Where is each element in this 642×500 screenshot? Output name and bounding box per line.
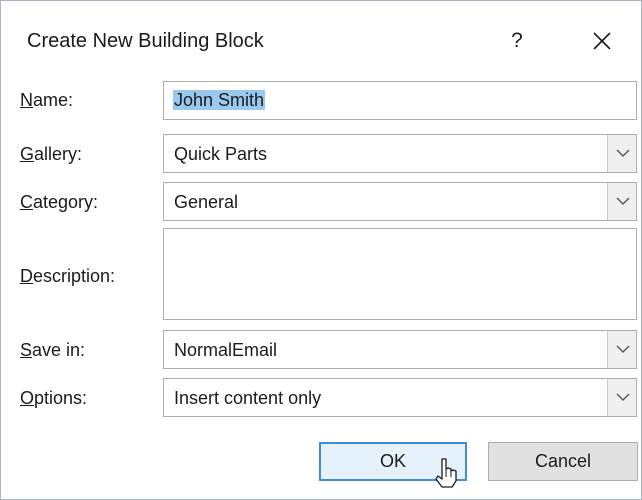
description-label: Description:	[20, 266, 115, 287]
save-in-select[interactable]: NormalEmail	[163, 330, 637, 369]
description-textarea[interactable]	[163, 228, 637, 320]
dialog-title: Create New Building Block	[27, 30, 264, 52]
chevron-down-icon	[616, 197, 630, 205]
category-dropdown-button[interactable]	[607, 182, 637, 221]
description-label-rest: escription:	[33, 266, 116, 286]
name-label-rest: ame:	[33, 90, 74, 110]
gallery-label-accel: G	[20, 144, 35, 164]
gallery-select[interactable]: Quick Parts	[163, 134, 637, 173]
close-button[interactable]	[579, 19, 625, 63]
category-value: General	[174, 192, 239, 212]
save-in-dropdown-button[interactable]	[607, 330, 637, 369]
close-icon	[593, 32, 611, 50]
title-bar: Create New Building Block ?	[1, 1, 641, 87]
category-label: Category:	[20, 192, 98, 213]
name-value: John Smith	[173, 90, 266, 110]
mouse-pointer-icon	[435, 458, 457, 488]
save-in-label-accel: S	[20, 340, 33, 360]
options-value: Insert content only	[174, 388, 322, 408]
gallery-label-rest: allery:	[34, 144, 83, 164]
save-in-value: NormalEmail	[174, 340, 278, 360]
gallery-dropdown-button[interactable]	[607, 134, 637, 173]
name-input[interactable]: John Smith	[163, 81, 637, 120]
gallery-label: Gallery:	[20, 144, 82, 165]
category-label-rest: ategory:	[33, 192, 99, 212]
category-select[interactable]: General	[163, 182, 637, 221]
options-label-rest: ptions:	[34, 388, 88, 408]
help-button[interactable]: ?	[497, 19, 537, 63]
chevron-down-icon	[616, 149, 630, 157]
options-label: Options:	[20, 388, 87, 409]
gallery-value: Quick Parts	[174, 144, 268, 164]
name-label-accel: N	[20, 90, 33, 110]
category-label-accel: C	[20, 192, 33, 212]
name-label: Name:	[20, 90, 73, 111]
chevron-down-icon	[616, 345, 630, 353]
save-in-label-rest: ave in:	[32, 340, 86, 360]
options-select[interactable]: Insert content only	[163, 378, 637, 417]
save-in-label: Save in:	[20, 340, 85, 361]
options-label-accel: O	[20, 388, 35, 408]
description-label-accel: D	[20, 266, 33, 286]
options-dropdown-button[interactable]	[607, 378, 637, 417]
create-building-block-dialog: Create New Building Block ? Name: John S…	[0, 0, 642, 500]
cancel-button[interactable]: Cancel	[488, 442, 638, 481]
chevron-down-icon	[616, 393, 630, 401]
